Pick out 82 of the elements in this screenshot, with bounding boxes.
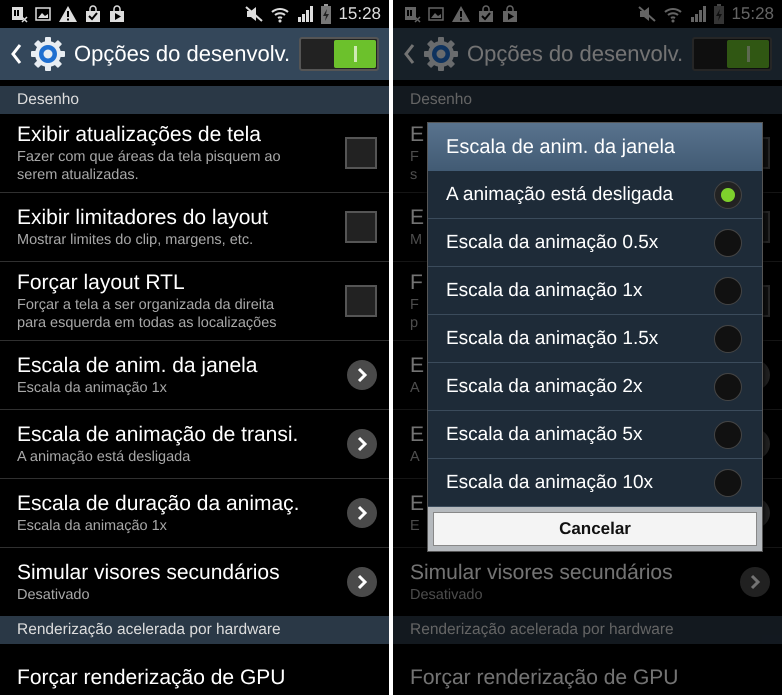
section-header: Desenho: [0, 86, 389, 114]
toggle-switch[interactable]: [299, 37, 379, 71]
setting-title[interactable]: E: [410, 353, 424, 379]
section-header: Desenho: [393, 86, 782, 114]
battery-icon: [320, 4, 332, 24]
radio-button[interactable]: [714, 276, 742, 304]
setting-summary: E: [410, 517, 420, 535]
battery-icon: [713, 4, 726, 24]
checkbox[interactable]: [345, 137, 377, 169]
setting-title[interactable]: E: [410, 122, 424, 148]
setting-summary: Mostrar limites do clip, margens, etc.: [17, 231, 254, 249]
setting-summary: Escala da animação 1x: [17, 379, 167, 397]
shopping-bag-play-icon: [108, 5, 126, 23]
setting-summary: A animação está desligada: [17, 448, 190, 466]
wifi-icon: [270, 5, 290, 23]
radio-option[interactable]: A animação está desligada: [428, 171, 762, 219]
setting-title[interactable]: F: [410, 270, 423, 296]
setting-summary: Fazer com que áreas da tela pisquem ao serem atualizadas.: [17, 148, 282, 184]
gear-icon: [30, 36, 66, 72]
radio-option[interactable]: Escala da animação 1x: [428, 267, 762, 315]
setting-summary: F s: [410, 148, 419, 184]
setting-title[interactable]: Escala de animação de transi.: [17, 422, 298, 448]
setting-summary: F p: [410, 296, 419, 332]
warning-icon: [58, 5, 78, 23]
setting-title[interactable]: Simular visores secundários: [17, 560, 280, 586]
back-icon[interactable]: [10, 43, 22, 65]
mute-icon: [637, 5, 658, 23]
setting-title[interactable]: Escala de duração da animaç.: [17, 491, 300, 517]
radio-button[interactable]: [714, 372, 742, 400]
section-header: Renderização acelerada por hardware: [393, 616, 782, 644]
radio-button[interactable]: [714, 420, 742, 448]
setting-title[interactable]: Forçar layout RTL: [17, 270, 185, 296]
warning-icon: [451, 5, 471, 23]
setting-summary: Desativado: [410, 586, 483, 604]
mute-icon: [244, 5, 264, 23]
clock-time: 15:28: [731, 4, 774, 24]
checkbox[interactable]: [345, 211, 377, 243]
radio-option[interactable]: Escala da animação 5x: [428, 411, 762, 459]
radio-option[interactable]: Escala da animação 2x: [428, 363, 762, 411]
signal-icon: [689, 5, 708, 23]
setting-summary: Escala da animação 1x: [17, 517, 167, 535]
sd-card-icon: [10, 5, 28, 23]
setting-title[interactable]: Escala de anim. da janela: [17, 353, 258, 379]
setting-title[interactable]: Exibir atualizações de tela: [17, 122, 261, 148]
setting-title[interactable]: Simular visores secundários: [410, 560, 673, 586]
dialog-title: Escala de anim. da janela: [428, 123, 762, 171]
signal-icon: [296, 5, 314, 23]
setting-title[interactable]: E: [410, 422, 424, 448]
setting-summary: A: [410, 448, 420, 466]
radio-button[interactable]: [714, 228, 742, 256]
cancel-button[interactable]: Cancelar: [433, 512, 757, 546]
setting-title[interactable]: E: [410, 205, 424, 231]
wifi-icon: [663, 5, 684, 23]
radio-option[interactable]: Escala da animação 1.5x: [428, 315, 762, 363]
radio-button[interactable]: [714, 468, 742, 496]
sd-card-icon: [403, 5, 421, 23]
radio-button[interactable]: [714, 324, 742, 352]
radio-option[interactable]: Escala da animação 0.5x: [428, 219, 762, 267]
image-icon: [427, 5, 445, 23]
chevron-icon[interactable]: [347, 498, 377, 528]
screen-title: Opções do desenvolv.: [74, 41, 291, 67]
gear-icon: [423, 36, 459, 72]
setting-summary: M: [410, 231, 422, 249]
radio-button[interactable]: [714, 180, 742, 208]
screen-title: Opções do desenvolv.: [467, 41, 684, 67]
setting-title[interactable]: Exibir limitadores do layout: [17, 205, 268, 231]
shopping-bag-play-icon: [501, 5, 519, 23]
setting-title[interactable]: E: [410, 491, 424, 517]
shopping-bag-check-icon: [477, 5, 495, 23]
setting-summary: Forçar a tela a ser organizada da direita para esquerda em todas as localizações: [17, 296, 278, 332]
chevron-icon[interactable]: [347, 429, 377, 459]
chevron-icon[interactable]: [347, 360, 377, 390]
setting-title[interactable]: Forçar renderização de GPU: [410, 665, 678, 691]
checkbox[interactable]: [345, 285, 377, 317]
chevron-icon[interactable]: [347, 567, 377, 597]
setting-title[interactable]: Forçar renderização de GPU: [17, 665, 286, 691]
image-icon: [34, 5, 52, 23]
setting-summary: Desativado: [17, 586, 90, 604]
setting-summary: A: [410, 379, 420, 397]
shopping-bag-check-icon: [84, 5, 102, 23]
section-header: Renderização acelerada por hardware: [0, 616, 389, 644]
clock-time: 15:28: [338, 4, 381, 24]
